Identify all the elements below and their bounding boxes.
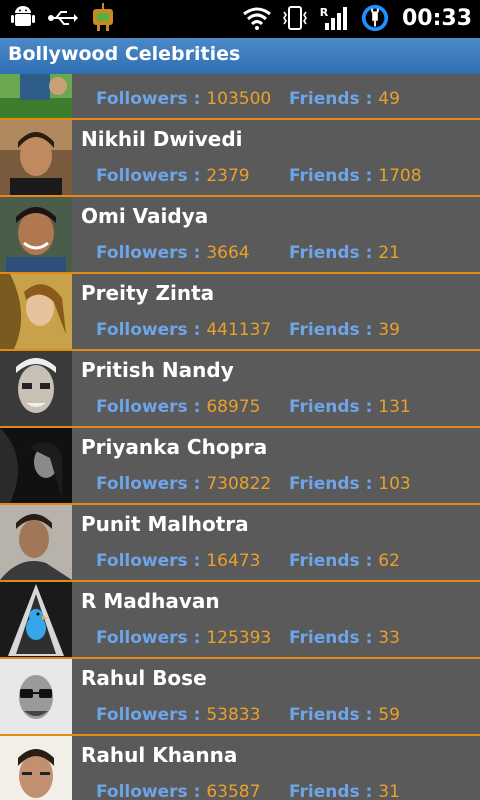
followers-count: 3664 (206, 243, 250, 263)
avatar (0, 428, 72, 503)
followers-count: 730822 (206, 474, 272, 494)
list-item[interactable]: Pritish Nandy Followers : 68975 Friends … (0, 351, 480, 428)
list-item[interactable]: Nikhil Dwivedi Followers : 2379 Friends … (0, 120, 480, 197)
friends-label: Friends : (289, 628, 379, 648)
network-letter: R (319, 5, 329, 19)
celebrity-name: Rahul Khanna (81, 743, 238, 767)
followers-count: 68975 (206, 397, 261, 417)
followers-count: 53833 (206, 705, 261, 725)
followers-label: Followers : (96, 551, 207, 571)
notification-icons (8, 3, 118, 33)
avatar (0, 659, 72, 734)
list-item[interactable]: Priyanka Chopra Followers : 730822 Frien… (0, 428, 480, 505)
stats: Followers : 2379 Friends : 1708 (96, 166, 422, 186)
friends-count: 62 (378, 551, 400, 571)
avatar (0, 736, 72, 800)
followers-label: Followers : (96, 474, 207, 494)
friends-count: 31 (378, 782, 400, 800)
list-item[interactable]: Punit Malhotra Followers : 16473 Friends… (0, 505, 480, 582)
list-item[interactable]: Rahul Khanna Followers : 63587 Friends :… (0, 736, 480, 800)
friends-count: 21 (378, 243, 400, 263)
avatar (0, 351, 72, 426)
avatar (0, 120, 72, 195)
celebrity-name: Punit Malhotra (81, 512, 249, 536)
avatar (0, 274, 72, 349)
list-item[interactable]: R Madhavan Followers : 125393 Friends : … (0, 582, 480, 659)
wifi-icon (242, 3, 272, 33)
stats: Followers : 730822 Friends : 103 (96, 474, 411, 494)
list-item[interactable]: Preity Zinta Followers : 441137 Friends … (0, 274, 480, 351)
list-item[interactable]: Omi Vaidya Followers : 3664 Friends : 21 (0, 197, 480, 274)
list-item[interactable]: Rahul Bose Followers : 53833 Friends : 5… (0, 659, 480, 736)
friends-count: 49 (378, 89, 400, 109)
stats: Followers : 103500 Friends : 49 (96, 89, 400, 109)
friends-count: 131 (378, 397, 411, 417)
stats: Followers : 16473 Friends : 62 (96, 551, 400, 571)
stats: Followers : 63587 Friends : 31 (96, 782, 400, 800)
followers-count: 16473 (206, 551, 261, 571)
friends-label: Friends : (289, 551, 379, 571)
friends-count: 59 (378, 705, 400, 725)
stats: Followers : 441137 Friends : 39 (96, 320, 400, 340)
media-app-icon (88, 3, 118, 33)
celebrity-list[interactable]: Followers : 103500 Friends : 49 Nikhil D… (0, 74, 480, 800)
friends-label: Friends : (289, 782, 379, 800)
celebrity-name: Rahul Bose (81, 666, 207, 690)
avatar (0, 197, 72, 272)
title-bar: Bollywood Celebrities (0, 38, 480, 76)
friends-label: Friends : (289, 705, 379, 725)
clock: 00:33 (401, 5, 472, 31)
friends-label: Friends : (289, 166, 379, 186)
followers-label: Followers : (96, 705, 207, 725)
friends-count: 33 (378, 628, 400, 648)
status-bar: R 00:33 (0, 0, 480, 38)
friends-label: Friends : (289, 89, 379, 109)
friends-count: 103 (378, 474, 411, 494)
followers-label: Followers : (96, 628, 207, 648)
friends-label: Friends : (289, 320, 379, 340)
followers-label: Followers : (96, 782, 207, 800)
followers-label: Followers : (96, 397, 207, 417)
page-title: Bollywood Celebrities (8, 43, 241, 65)
followers-label: Followers : (96, 243, 207, 263)
avatar (0, 505, 72, 580)
vibrate-icon (280, 3, 310, 33)
friends-label: Friends : (289, 474, 379, 494)
friends-count: 1708 (378, 166, 422, 186)
followers-label: Followers : (96, 89, 207, 109)
followers-label: Followers : (96, 320, 207, 340)
avatar (0, 74, 72, 118)
followers-count: 2379 (206, 166, 250, 186)
signal-icon: R (318, 3, 352, 33)
stats: Followers : 3664 Friends : 21 (96, 243, 400, 263)
list-item[interactable]: Followers : 103500 Friends : 49 (0, 74, 480, 120)
followers-count: 103500 (206, 89, 272, 109)
stats: Followers : 68975 Friends : 131 (96, 397, 411, 417)
celebrity-name: Priyanka Chopra (81, 435, 268, 459)
avatar (0, 582, 72, 657)
friends-label: Friends : (289, 397, 379, 417)
battery-charging-icon (360, 3, 390, 33)
celebrity-name: R Madhavan (81, 589, 220, 613)
followers-label: Followers : (96, 166, 207, 186)
celebrity-name: Omi Vaidya (81, 204, 209, 228)
friends-count: 39 (378, 320, 400, 340)
followers-count: 125393 (206, 628, 272, 648)
android-icon (8, 3, 38, 33)
system-icons: R 00:33 (242, 3, 472, 33)
celebrity-name: Pritish Nandy (81, 358, 234, 382)
stats: Followers : 53833 Friends : 59 (96, 705, 400, 725)
friends-label: Friends : (289, 243, 379, 263)
stats: Followers : 125393 Friends : 33 (96, 628, 400, 648)
celebrity-name: Nikhil Dwivedi (81, 127, 243, 151)
followers-count: 441137 (206, 320, 272, 340)
usb-icon (48, 3, 78, 33)
followers-count: 63587 (206, 782, 261, 800)
celebrity-name: Preity Zinta (81, 281, 215, 305)
